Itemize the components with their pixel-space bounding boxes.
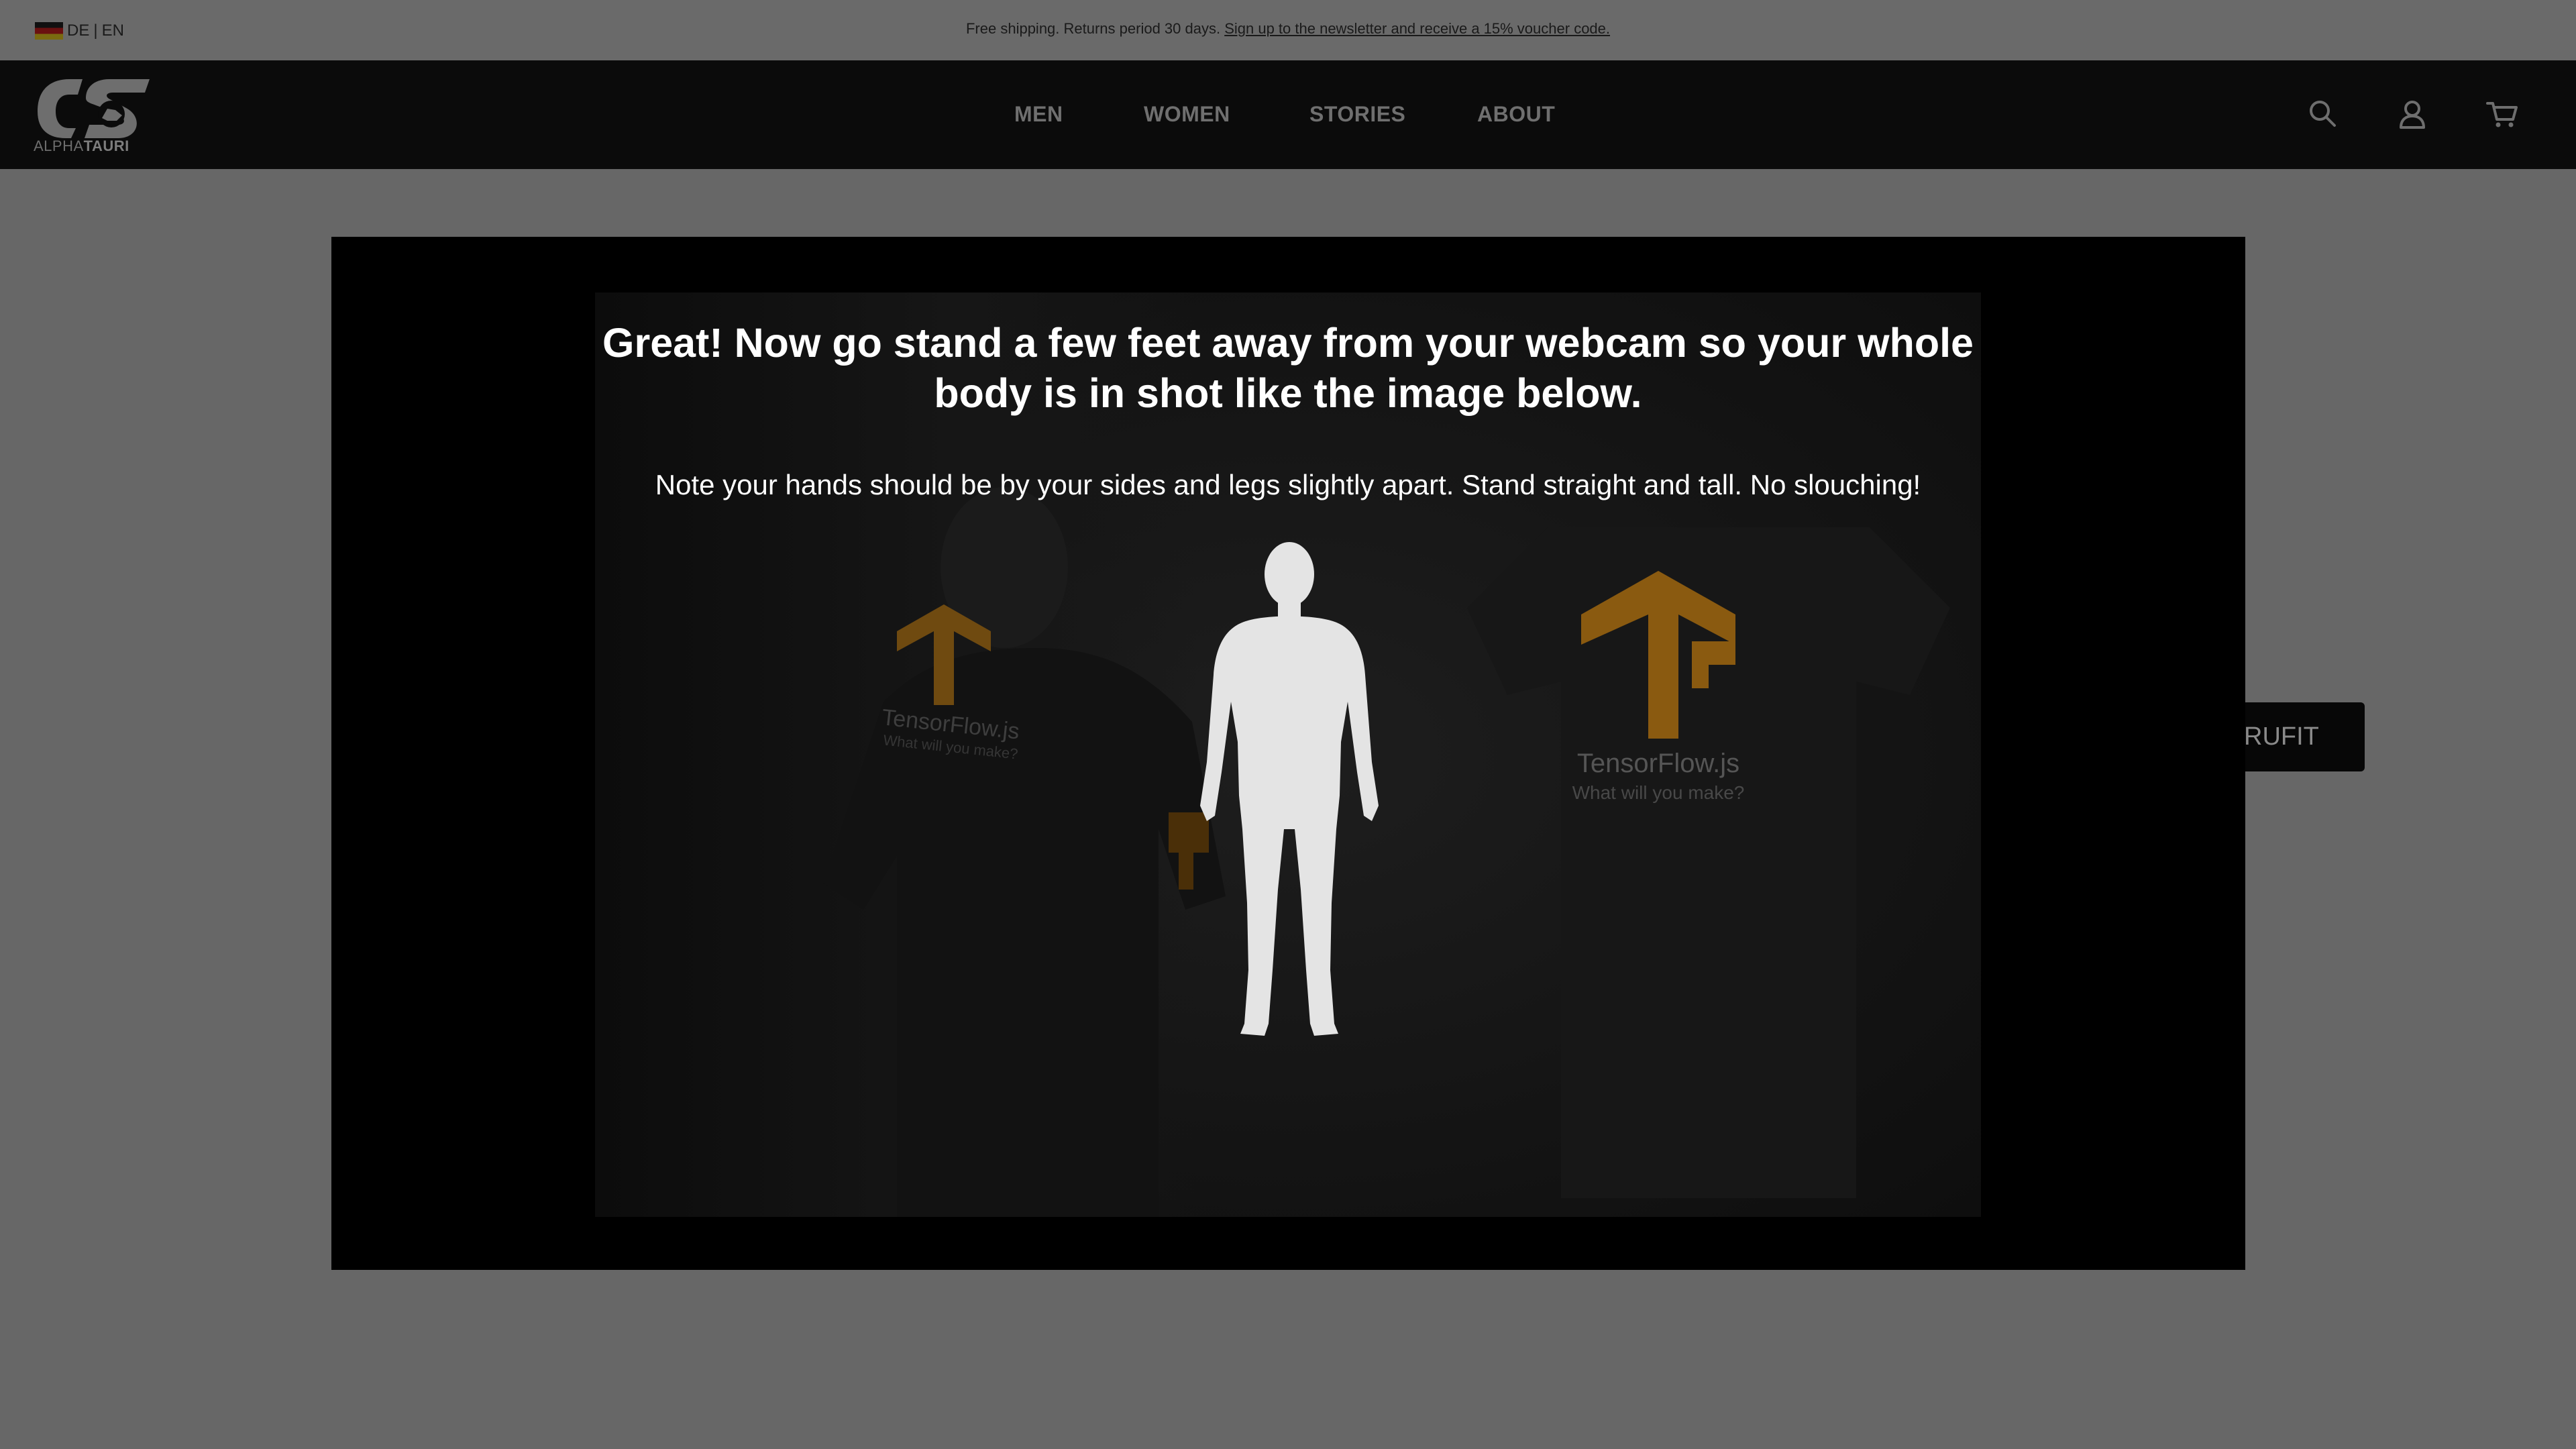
nav-item-women[interactable]: WOMEN [1144,102,1230,127]
newsletter-link[interactable]: Sign up to the newsletter and receive a … [1224,20,1610,37]
nav-item-stories[interactable]: STORIES [1309,102,1405,127]
account-icon[interactable] [2392,94,2432,134]
search-icon[interactable] [2302,94,2343,134]
webcam-instruction-video: TensorFlow.js What will you make? Tensor… [595,292,1981,1217]
body-silhouette-icon [1200,542,1379,1036]
instruction-headline: Great! Now go stand a few feet away from… [602,320,1974,416]
announcement-bar: DE | EN Free shipping. Returns period 30… [0,0,2576,60]
nav-item-men[interactable]: MEN [1014,102,1063,127]
nav-item-about[interactable]: ABOUT [1477,102,1555,127]
main-navigation: ALPHATAURI MEN WOMEN STORIES ABOUT [0,60,2576,169]
body-scan-modal: TensorFlow.js What will you make? Tensor… [331,237,2245,1270]
virtual-fit-label: RUFIT [2244,722,2319,751]
primary-nav-links: MEN WOMEN STORIES ABOUT [0,60,2576,169]
promo-message: Free shipping. Returns period 30 days. S… [0,20,2576,38]
promo-text: Free shipping. Returns period 30 days. [965,20,1225,37]
shirt-tagline-right: What will you make? [1572,782,1745,803]
instruction-subline: Note your hands should be by your sides … [655,469,1921,500]
cart-icon[interactable] [2482,94,2522,134]
shirt-brand-right: TensorFlow.js [1576,749,1740,778]
tensorflow-logo-left [897,604,991,705]
tensorflow-logo-right [1581,571,1735,739]
